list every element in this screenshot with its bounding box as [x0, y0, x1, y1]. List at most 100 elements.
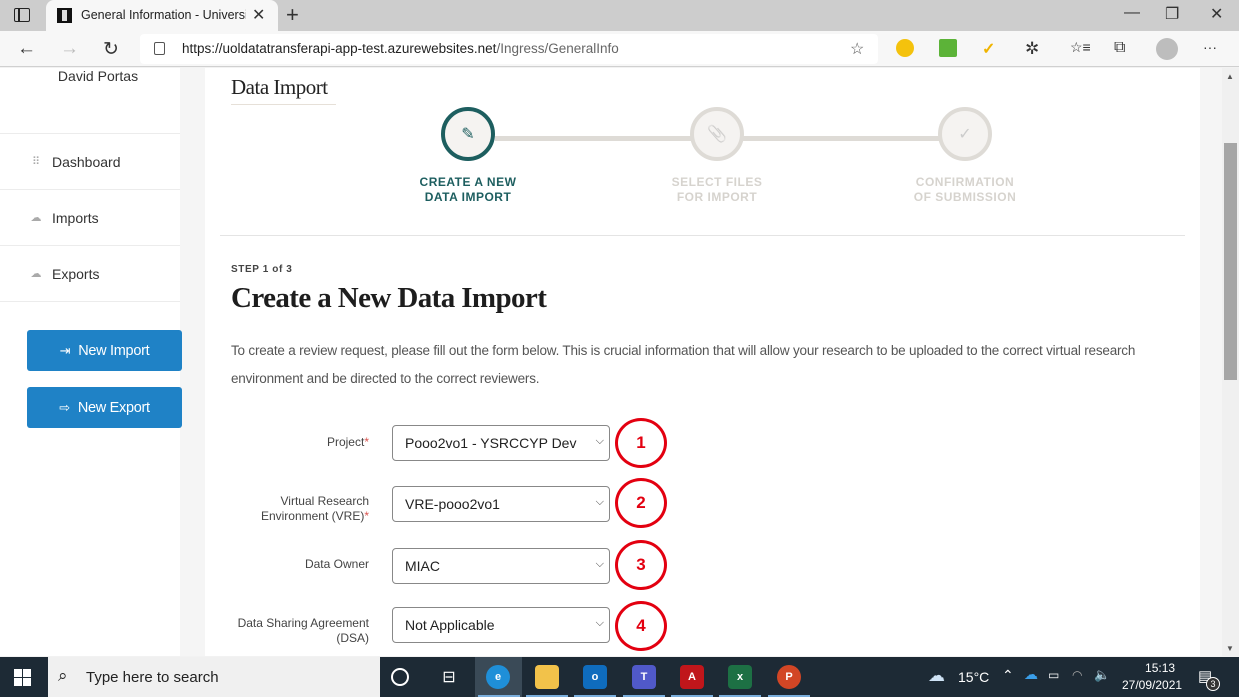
label-text: Virtual Research	[280, 494, 370, 508]
pencil-icon: ✎	[461, 126, 475, 143]
battery-icon[interactable]: ▭	[1048, 668, 1059, 682]
windows-taskbar: ⌕ Type here to search ⊟ e o T A x P ☁ 15…	[0, 657, 1239, 697]
cortana-icon[interactable]	[391, 668, 409, 686]
vertical-scrollbar[interactable]: ▲ ▼	[1222, 68, 1239, 656]
address-bar[interactable]: https://uoldatatransferapi-app-test.azur…	[140, 34, 878, 64]
tab-close-icon[interactable]: ✕	[252, 5, 265, 25]
lock-icon[interactable]	[154, 42, 165, 55]
sidebar-divider	[0, 301, 180, 302]
close-window-button[interactable]: ✕	[1210, 4, 1223, 24]
select-value: MIAC	[405, 558, 440, 574]
onedrive-icon[interactable]: ☁	[1024, 666, 1038, 683]
sidebar-item-exports[interactable]: ☁ Exports	[0, 245, 180, 301]
annotation-circle: 2	[615, 478, 667, 528]
chevron-down-icon: ⌵	[595, 496, 604, 508]
scroll-up-icon[interactable]: ▲	[1226, 72, 1234, 81]
step-2-label: SELECT FILES FOR IMPORT	[647, 175, 787, 205]
new-export-label: New Export	[77, 399, 150, 416]
required-marker: *	[364, 435, 369, 449]
windows-start-icon[interactable]	[14, 669, 31, 686]
data-owner-select[interactable]: MIAC ⌵	[392, 548, 610, 584]
label-text: Data Sharing Agreement	[237, 616, 369, 630]
sidebar: David Portas ⠿ Dashboard ☁ Imports ☁ Exp…	[0, 68, 182, 656]
browser-tab-bar: General Information - University ✕ + — ❐…	[0, 0, 1239, 31]
page-viewport: David Portas ⠿ Dashboard ☁ Imports ☁ Exp…	[0, 68, 1222, 656]
favorites-icon[interactable]: ☆≡	[1070, 39, 1091, 57]
cloud-upload-icon: ☁	[30, 268, 42, 280]
forward-button[interactable]: →	[60, 38, 79, 60]
extensions-icon[interactable]: ✲	[1025, 39, 1043, 58]
section-divider	[220, 235, 1185, 236]
form-heading: Create a New Data Import	[231, 282, 547, 314]
tab-actions-icon[interactable]	[14, 8, 30, 22]
sidebar-item-dashboard[interactable]: ⠿ Dashboard	[0, 133, 180, 189]
wifi-icon[interactable]: ◠	[1072, 668, 1082, 682]
excel-icon[interactable]: x	[728, 665, 752, 689]
project-select[interactable]: Pooo2vo1 - YSRCCYP Dev ⌵	[392, 425, 610, 461]
new-tab-button[interactable]: +	[286, 2, 299, 28]
profile-avatar[interactable]	[1156, 38, 1178, 60]
outlook-icon[interactable]: o	[583, 665, 607, 689]
user-name: David Portas	[57, 68, 139, 84]
chevron-down-icon: ⌵	[595, 558, 604, 570]
browser-tab[interactable]: General Information - University ✕	[46, 0, 278, 31]
scrollbar-thumb[interactable]	[1224, 143, 1237, 380]
dsa-label: Data Sharing Agreement (DSA)	[225, 616, 369, 646]
refresh-button[interactable]: ↻	[103, 38, 119, 61]
url-text[interactable]: https://uoldatatransferapi-app-test.azur…	[182, 41, 619, 56]
weather-temperature[interactable]: 15°C	[958, 669, 989, 685]
weather-cloud-icon[interactable]: ☁	[928, 666, 945, 686]
sidebar-item-label: Exports	[52, 265, 100, 282]
chevron-down-icon: ⌵	[595, 435, 604, 447]
more-menu-button[interactable]: ···	[1203, 39, 1221, 57]
tab-title: General Information - University	[81, 8, 246, 22]
university-favicon-icon	[57, 8, 72, 23]
sidebar-item-label: Imports	[52, 209, 99, 226]
chevron-down-icon: ⌵	[595, 617, 604, 629]
main-content: Data Import ✎ 📎 ✓ CREATE A NEW DATA IMPO…	[205, 68, 1200, 656]
vre-select[interactable]: VRE-pooo2vo1 ⌵	[392, 486, 610, 522]
back-button[interactable]: ←	[17, 38, 36, 60]
select-value: Not Applicable	[405, 617, 495, 633]
step-label-line: CREATE A NEW	[419, 175, 517, 189]
sidebar-item-imports[interactable]: ☁ Imports	[0, 189, 180, 245]
title-underline	[231, 104, 336, 105]
minimize-button[interactable]: —	[1124, 4, 1140, 22]
label-text: Environment (VRE)	[260, 509, 365, 523]
taskbar-search[interactable]: ⌕ Type here to search	[48, 657, 380, 697]
step-1-label: CREATE A NEW DATA IMPORT	[398, 175, 538, 205]
search-icon: ⌕	[58, 666, 68, 685]
powerpoint-icon[interactable]: P	[777, 665, 801, 689]
notification-count-badge: 3	[1206, 677, 1220, 691]
import-icon: ⇥	[59, 342, 71, 358]
show-hidden-icons[interactable]: ⌃	[1002, 667, 1014, 684]
step-label-line: OF SUBMISSION	[913, 190, 1017, 204]
step-2-circle: 📎	[690, 107, 744, 161]
lock-extension-icon[interactable]	[939, 39, 957, 57]
norton-extension-icon[interactable]: ✓	[982, 39, 1000, 58]
step-label-line: SELECT FILES	[671, 175, 763, 189]
clock[interactable]: 15:13 27/09/2021	[1122, 661, 1182, 692]
task-view-icon[interactable]: ⊟	[437, 665, 461, 689]
annotation-circle: 3	[615, 540, 667, 590]
file-explorer-icon[interactable]	[535, 665, 559, 689]
check-icon: ✓	[958, 126, 972, 143]
scroll-down-icon[interactable]: ▼	[1226, 644, 1234, 653]
edge-icon[interactable]: e	[486, 665, 510, 689]
acrobat-icon[interactable]: A	[680, 665, 704, 689]
export-icon: ⇨	[59, 399, 70, 415]
new-export-button[interactable]: ⇨ New Export	[27, 387, 182, 428]
restore-button[interactable]: ❐	[1165, 4, 1179, 24]
new-import-button[interactable]: ⇥ New Import	[27, 330, 182, 371]
password-extension-icon[interactable]	[896, 39, 914, 57]
add-favorite-icon[interactable]: ☆	[850, 39, 864, 59]
label-text: Project	[326, 435, 365, 449]
page-title: Data Import	[231, 75, 328, 99]
step-connector	[743, 136, 943, 141]
dsa-select[interactable]: Not Applicable ⌵	[392, 607, 610, 643]
collections-icon[interactable]: ⧉	[1114, 39, 1132, 57]
step-connector	[495, 136, 695, 141]
volume-icon[interactable]: 🔈	[1094, 667, 1110, 683]
teams-icon[interactable]: T	[632, 665, 656, 689]
step-label-line: CONFIRMATION	[915, 175, 1015, 189]
